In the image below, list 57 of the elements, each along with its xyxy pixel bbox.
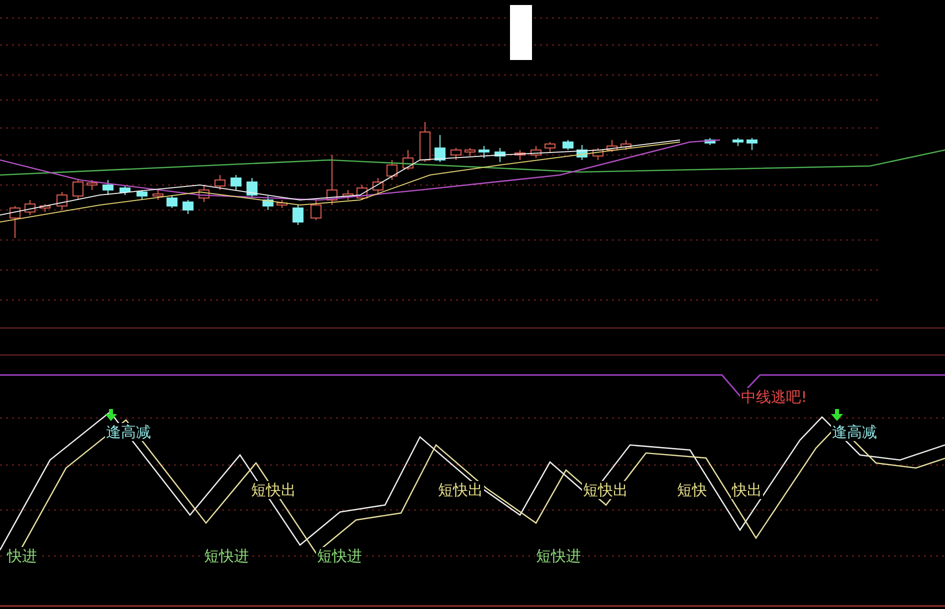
signal-label: 逢高减 (105, 423, 152, 441)
candlestick (182, 200, 194, 214)
candlestick (120, 186, 130, 196)
candlestick (86, 180, 98, 190)
signal-label: 短快 (676, 481, 708, 499)
candlestick (292, 204, 304, 226)
down-arrow-icon (105, 409, 117, 421)
candlestick (214, 174, 226, 190)
candlestick (464, 148, 476, 156)
candlestick (746, 138, 758, 150)
candlestick (276, 200, 288, 208)
candlestick (246, 178, 258, 198)
signal-label: 快出 (731, 481, 763, 499)
candlestick (310, 200, 322, 220)
candlestick (152, 190, 164, 200)
candlestick (386, 160, 398, 180)
candlestick (72, 180, 84, 200)
candlestick (576, 144, 588, 160)
candlestick (732, 138, 744, 146)
candlestick (402, 150, 414, 170)
candlestick (166, 194, 178, 208)
candlestick (450, 148, 462, 160)
candlestick (478, 146, 490, 158)
candlestick (494, 148, 506, 162)
signal-label: 短快进 (535, 547, 582, 565)
signal-label: 短快进 (203, 547, 250, 565)
candlestick (262, 196, 274, 210)
candlestick (24, 200, 36, 216)
candlestick (372, 178, 384, 196)
candlestick (10, 206, 20, 238)
signal-label: 短快出 (582, 481, 629, 499)
candlestick (606, 140, 618, 152)
candlestick (326, 154, 338, 206)
candlestick (356, 184, 368, 200)
candlestick (40, 204, 50, 212)
candlestick (420, 122, 430, 162)
candlestick (102, 180, 114, 196)
down-arrow-icon (831, 409, 843, 421)
signal-label: 短快进 (316, 547, 363, 565)
candlestick (198, 184, 210, 202)
candlestick (136, 190, 148, 200)
candlestick (434, 134, 446, 162)
candlestick (544, 142, 556, 152)
candlestick (342, 190, 354, 200)
volume-bar (510, 5, 532, 60)
candlestick (620, 140, 632, 150)
candlestick (56, 192, 68, 210)
candlestick (562, 140, 574, 150)
candlestick (230, 174, 242, 190)
signal-label: 逢高减 (831, 423, 878, 441)
signal-label: 短快出 (250, 481, 297, 499)
candlestick (530, 146, 542, 158)
candlestick (514, 150, 526, 160)
signal-label: 短快出 (437, 481, 484, 499)
candlestick (704, 138, 716, 146)
candlestick (592, 148, 604, 160)
signal-label: 快进 (6, 547, 38, 565)
